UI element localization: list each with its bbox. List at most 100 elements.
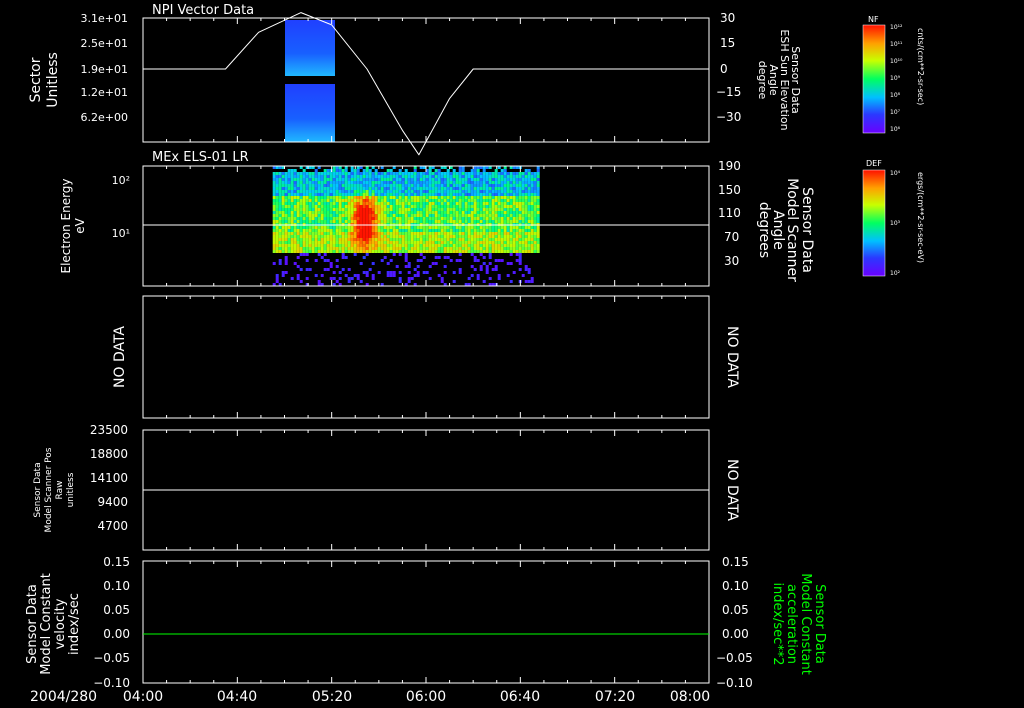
spectrogram-cell: [425, 190, 429, 193]
spectrogram-cell: [533, 172, 537, 175]
spectrogram-cell: [449, 238, 453, 241]
spectrogram-cell: [524, 175, 528, 178]
spectrogram-cell: [467, 187, 471, 190]
spectrogram-cell: [428, 169, 432, 172]
spectrogram-cell: [299, 193, 303, 196]
spectrogram-cell: [404, 211, 408, 214]
spectrogram-cell: [455, 172, 459, 175]
spectrogram-cell: [320, 256, 324, 259]
spectrogram-cell: [407, 178, 411, 181]
spectrogram-cell: [290, 193, 294, 196]
spectrogram-cell: [416, 238, 420, 241]
spectrogram-cell: [275, 274, 279, 277]
spectrogram-cell: [281, 202, 285, 205]
spectrogram-cell: [452, 202, 456, 205]
spectrogram-cell: [353, 253, 357, 256]
spectrogram-cell: [371, 274, 375, 277]
spectrogram-cell: [530, 232, 534, 235]
spectrogram-cell: [296, 202, 300, 205]
spectrogram-cell: [380, 178, 384, 181]
axis-title-line: degree: [756, 61, 769, 100]
spectrogram-cell: [521, 178, 525, 181]
spectrogram-cell: [431, 211, 435, 214]
spectrogram-cell: [458, 190, 462, 193]
spectrogram-cell: [284, 172, 288, 175]
spectrogram-cell: [416, 217, 420, 220]
spectrogram-cell: [320, 202, 324, 205]
plot-canvas: NPI Vector Data 3.1e+01 2.5e+01 1.9e+01 …: [25, 3, 925, 705]
spectrogram-cell: [413, 235, 417, 238]
spectrogram-cell: [518, 181, 522, 184]
spectrogram-cell: [518, 208, 522, 211]
spectrogram-cell: [353, 172, 357, 175]
spectrogram-cell: [491, 214, 495, 217]
spectrogram-cell: [338, 178, 342, 181]
spectrogram-cell: [365, 193, 369, 196]
spectrogram-cell: [320, 235, 324, 238]
spectrogram-cell: [338, 172, 342, 175]
spectrogram-cell: [404, 220, 408, 223]
spectrogram-cell: [536, 184, 540, 187]
spectrogram-cell: [314, 199, 318, 202]
spectrogram-cell: [437, 229, 441, 232]
spectrogram-cell: [302, 250, 306, 253]
spectrogram-cell: [485, 202, 489, 205]
spectrogram-cell: [497, 196, 501, 199]
spectrogram-cell: [437, 226, 441, 229]
spectrogram-cell: [464, 241, 468, 244]
time-tick-label: 04:00: [123, 689, 163, 705]
spectrogram-cell: [527, 247, 531, 250]
spectrogram-cell: [344, 184, 348, 187]
spectrogram-cell: [488, 256, 492, 259]
spectrogram-cell: [482, 247, 486, 250]
spectrogram-cell: [494, 202, 498, 205]
spectrogram-cell: [443, 199, 447, 202]
spectrogram-cell: [392, 202, 396, 205]
spectrogram-cell: [443, 181, 447, 184]
spectrogram-cell: [389, 244, 393, 247]
spectrogram-cell: [287, 202, 291, 205]
spectrogram-cell: [509, 253, 513, 256]
spectrogram-cell: [449, 229, 453, 232]
spectrogram-cell: [344, 202, 348, 205]
spectrogram-cell: [293, 244, 297, 247]
spectrogram-cell: [446, 211, 450, 214]
spectrogram-cell: [419, 220, 423, 223]
spectrogram-cell: [476, 232, 480, 235]
y2-tick-label: 15: [720, 36, 735, 50]
spectrogram-cell: [521, 196, 525, 199]
spectrogram-cell: [416, 211, 420, 214]
spectrogram-cell: [275, 232, 279, 235]
spectrogram-cell: [374, 190, 378, 193]
spectrogram-cell: [428, 193, 432, 196]
spectrogram-cell: [503, 217, 507, 220]
spectrogram-cell: [497, 229, 501, 232]
spectrogram-cell: [512, 205, 516, 208]
spectrogram-cell: [413, 232, 417, 235]
spectrogram-cell: [503, 220, 507, 223]
spectrogram-cell: [440, 175, 444, 178]
spectrogram-cell: [500, 178, 504, 181]
spectrogram-cell: [407, 211, 411, 214]
spectrogram-cell: [512, 208, 516, 211]
spectrogram-cell: [437, 232, 441, 235]
spectrogram-cell: [341, 190, 345, 193]
spectrogram-cell: [278, 238, 282, 241]
spectrogram-cell: [416, 178, 420, 181]
spectrogram-cell: [275, 193, 279, 196]
spectrogram-cell: [281, 226, 285, 229]
spectrogram-cell: [362, 202, 366, 205]
spectrogram-cell: [398, 169, 402, 172]
spectrogram-cell: [500, 211, 504, 214]
spectrogram-cell: [440, 220, 444, 223]
spectrogram-cell: [449, 241, 453, 244]
spectrogram-cell: [536, 208, 540, 211]
spectrogram-cell: [308, 241, 312, 244]
spectrogram-cell: [440, 238, 444, 241]
spectrogram-cell: [296, 277, 300, 280]
spectrogram-cell: [437, 181, 441, 184]
spectrogram-cell: [278, 220, 282, 223]
spectrogram-cell: [359, 214, 363, 217]
spectrogram-cell: [434, 250, 438, 253]
spectrogram-cell: [332, 250, 336, 253]
